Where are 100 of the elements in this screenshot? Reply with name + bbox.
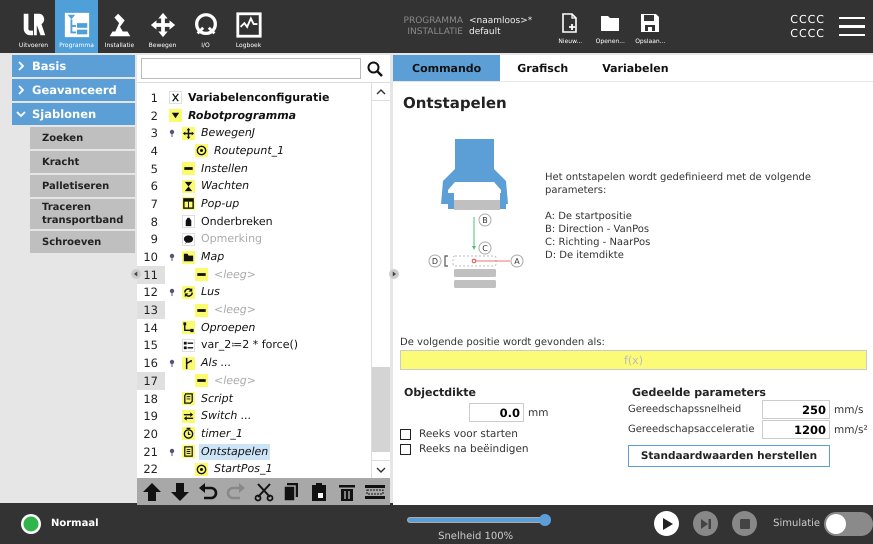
play-button[interactable]: [654, 511, 680, 536]
expand-pin-icon[interactable]: [169, 359, 175, 368]
dash-icon: [182, 162, 195, 176]
line-number: 18: [142, 390, 159, 408]
template-item[interactable]: Zoeken: [30, 127, 135, 149]
simulation-label: Simulatie: [773, 518, 820, 529]
line-number: 17: [137, 372, 165, 390]
program-node[interactable]: var_2≔2 * force(): [199, 337, 300, 354]
parameter-field[interactable]: 1200: [762, 420, 830, 439]
line-number: 8: [150, 214, 159, 230]
program-node[interactable]: Script: [199, 390, 235, 407]
parameter-field[interactable]: 250: [762, 400, 830, 419]
collapse-handle-icon[interactable]: [389, 269, 399, 279]
call-icon: [182, 321, 195, 334]
line-number: 13: [137, 301, 165, 319]
slider-thumb[interactable]: [538, 514, 551, 526]
line-number: 14: [142, 320, 159, 337]
parameter-text: C: Richting - NaarPos: [545, 236, 652, 249]
hourglass-icon: [182, 180, 195, 193]
x-mark-icon: [169, 91, 182, 104]
status-text: Normaal: [51, 518, 99, 529]
expand-pin-icon[interactable]: [169, 448, 175, 456]
line-number: 6: [150, 178, 159, 196]
program-node[interactable]: timer_1: [199, 426, 245, 442]
chevron-up-icon: [376, 88, 386, 94]
line-number: 21: [142, 444, 159, 460]
point-label: A: [510, 254, 524, 268]
gripper-drawing: [441, 139, 508, 210]
program-node[interactable]: Routepunt_1: [212, 142, 286, 159]
installation-label: INSTALLATIE: [406, 27, 463, 37]
loop-arrows-icon: [182, 286, 195, 299]
search-field[interactable]: [141, 58, 361, 79]
simulation-toggle[interactable]: [824, 512, 873, 536]
stop-icon: [738, 518, 751, 530]
program-node[interactable]: Instellen: [199, 160, 250, 177]
program-node[interactable]: Switch ...: [199, 408, 254, 424]
checkbox[interactable]: [400, 428, 411, 440]
program-node[interactable]: Pop-up: [199, 196, 242, 212]
program-node[interactable]: Robotprogramma: [186, 108, 298, 124]
template-item[interactable]: Kracht: [30, 151, 135, 173]
line-number: 16: [142, 355, 159, 372]
node-title: Ontstapelen: [403, 94, 508, 112]
line-number: 20: [142, 426, 159, 443]
stack-icon: [182, 445, 195, 458]
expand-pin-icon[interactable]: [169, 129, 175, 138]
branch-icon: [182, 356, 195, 370]
parameter-text: B: Direction - VanPos: [545, 223, 650, 236]
item-outline: [452, 256, 496, 266]
status-indicator-icon: [20, 512, 42, 534]
start-point-marker: [472, 258, 510, 264]
program-node[interactable]: Als ...: [199, 355, 234, 372]
speed-label: Snelheid 100%: [438, 530, 514, 542]
program-node[interactable]: BewegenJ: [199, 125, 258, 142]
point-label: D: [428, 254, 442, 268]
chevron-right-icon: [16, 61, 26, 71]
program-tree-icon: [62, 11, 90, 39]
line-number: 4: [150, 142, 159, 160]
reset-defaults-button[interactable]: Standaardwaarden herstellen: [628, 445, 830, 467]
stacked-item: [454, 280, 496, 288]
program-node[interactable]: Wachten: [199, 178, 252, 194]
line-number: 12: [142, 284, 159, 302]
checkbox[interactable]: [400, 444, 411, 454]
expand-pin-icon[interactable]: [169, 253, 175, 262]
line-number: 10: [142, 249, 159, 266]
move-arrows-icon: [182, 126, 195, 140]
expression-field[interactable]: f(x): [400, 350, 867, 370]
folder-icon: [600, 13, 620, 33]
move-arrows-icon: [148, 11, 176, 39]
stacked-item: [454, 269, 496, 277]
thickness-field[interactable]: 0.0: [469, 403, 524, 422]
template-item[interactable]: Traceren transportband: [30, 199, 135, 229]
section-heading: Gedeelde parameters: [632, 386, 767, 399]
program-node[interactable]: Map: [199, 249, 226, 266]
user-code: CCCC: [790, 13, 825, 26]
expand-pin-icon[interactable]: [169, 288, 175, 296]
program-node[interactable]: Oproepen: [199, 320, 258, 336]
template-item[interactable]: Palletiseren: [30, 175, 135, 197]
parameter-label: Gereedschapsacceleratie: [628, 424, 756, 435]
collapse-handle-icon[interactable]: [131, 269, 141, 279]
line-number: 22: [142, 461, 159, 478]
line-number: 15: [142, 337, 159, 354]
program-node[interactable]: Lus: [199, 284, 222, 300]
save-icon: [640, 13, 660, 33]
target-icon: [195, 144, 208, 158]
tab[interactable]: Commando: [393, 55, 500, 81]
user-code: CCCC: [790, 27, 825, 40]
swap-arrows-icon: [182, 410, 195, 423]
search-icon: [367, 60, 383, 76]
program-node[interactable]: StartPos_1: [212, 461, 274, 478]
unit-label: mm/s: [834, 404, 864, 416]
stopwatch-icon: [182, 427, 195, 440]
program-node[interactable]: Ontstapelen: [199, 444, 270, 460]
direction-arrow: [472, 216, 476, 250]
line-number: 19: [142, 408, 159, 426]
template-item[interactable]: Schroeven: [30, 231, 135, 253]
program-node[interactable]: Variabelenconfiguratie: [186, 90, 332, 106]
section-heading: Objectdikte: [404, 386, 477, 399]
scroll-thumb[interactable]: [372, 367, 390, 452]
program-node[interactable]: Onderbreken: [199, 214, 275, 230]
hand-icon: [182, 215, 195, 228]
